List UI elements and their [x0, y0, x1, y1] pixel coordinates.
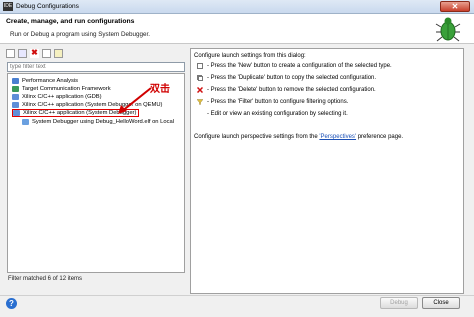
performance-icon: [12, 78, 19, 84]
filter-config-icon[interactable]: [54, 49, 63, 58]
debug-button[interactable]: Debug: [380, 297, 418, 309]
tree-item-label: Target Communication Framework: [22, 86, 111, 92]
title-bar: IDE Debug Configurations ✕: [0, 0, 474, 14]
window-close-button[interactable]: ✕: [440, 1, 470, 12]
launch-config-icon: [22, 119, 29, 125]
new-config-icon[interactable]: [6, 49, 15, 58]
xilinx-app-icon: [12, 94, 19, 100]
tree-item-debug-hello[interactable]: System Debugger using Debug_HelloWord.el…: [22, 118, 174, 126]
close-button[interactable]: Close: [422, 297, 460, 309]
help-line-new: - Press the 'New' button to create a con…: [207, 63, 392, 69]
help-line-duplicate: - Press the 'Duplicate' button to copy t…: [207, 75, 377, 81]
config-description-panel: Configure launch settings from this dial…: [190, 48, 464, 294]
header-title: Create, manage, and run configurations: [6, 18, 135, 25]
help-line-filter: - Press the 'Filter' button to configure…: [207, 99, 349, 105]
duplicate-config-icon[interactable]: [18, 49, 27, 58]
tree-item-label: Performance Analysis: [22, 78, 79, 84]
new-icon: [197, 63, 203, 69]
filter-icon: [197, 99, 203, 105]
panel-intro: Configure launch settings from this dial…: [194, 53, 306, 59]
tree-item-label: Xilinx C/C++ application (GDB): [22, 94, 102, 100]
perspective-prefix: Configure launch perspective settings fr…: [194, 134, 320, 140]
tree-item-performance-analysis[interactable]: Performance Analysis: [12, 77, 78, 85]
xilinx-app-icon: [12, 102, 19, 108]
help-line-edit: - Edit or view an existing configuration…: [207, 111, 348, 117]
annotation-arrow-icon: [118, 87, 152, 114]
tree-item-xilinx-gdb[interactable]: Xilinx C/C++ application (GDB): [12, 93, 102, 101]
tree-item-tcf[interactable]: Target Communication Framework: [12, 85, 111, 93]
delete-icon: [197, 87, 203, 93]
filter-input[interactable]: [7, 62, 185, 72]
app-icon: IDE: [3, 2, 13, 11]
delete-config-icon[interactable]: ✖: [30, 49, 39, 58]
perspective-suffix: preference page.: [356, 134, 404, 140]
config-toolbar: ✖: [6, 49, 63, 59]
perspective-line: Configure launch perspective settings fr…: [194, 134, 403, 140]
duplicate-icon: [197, 75, 203, 81]
config-tree: Performance Analysis Target Communicatio…: [7, 73, 185, 273]
help-line-delete: - Press the 'Delete' button to remove th…: [207, 87, 376, 93]
tree-item-label: System Debugger using Debug_HelloWord.el…: [32, 119, 174, 125]
perspectives-link[interactable]: 'Perspectives': [319, 134, 356, 140]
debug-bug-icon: [435, 17, 461, 42]
collapse-all-icon[interactable]: [42, 49, 51, 58]
help-icon[interactable]: ?: [6, 298, 17, 309]
dialog-header: Create, manage, and run configurations R…: [0, 14, 474, 44]
tcf-icon: [12, 86, 19, 92]
bottom-separator: [0, 295, 474, 296]
filter-status: Filter matched 6 of 12 items: [8, 276, 83, 282]
xilinx-app-icon: [13, 110, 20, 116]
header-subtitle: Run or Debug a program using System Debu…: [10, 31, 151, 38]
window-title: Debug Configurations: [16, 3, 79, 10]
